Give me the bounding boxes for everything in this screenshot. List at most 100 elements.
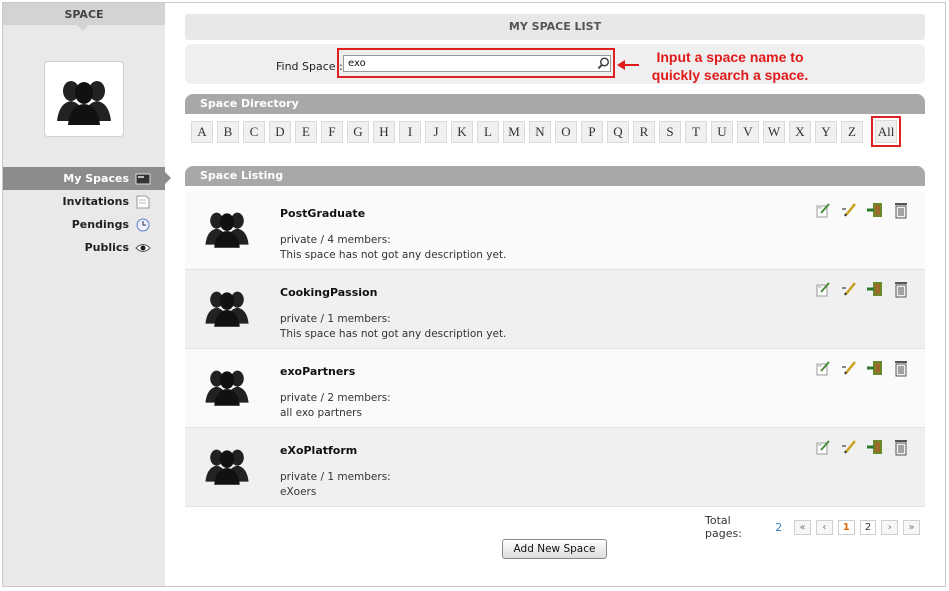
sidebar-item-invitations[interactable]: Invitations	[3, 190, 165, 213]
total-pages-value: 2	[775, 520, 783, 534]
edit-members-icon[interactable]	[814, 280, 832, 298]
search-highlight-box	[337, 48, 615, 78]
sidebar: SPACE My Spaces Invitations Pendings Pub…	[3, 3, 171, 586]
edit-space-icon[interactable]	[840, 280, 858, 298]
space-description: This space has not got any description y…	[280, 328, 507, 340]
main-panel: MY SPACE LIST Find Space : Input a space…	[185, 14, 925, 559]
edit-space-icon[interactable]	[840, 201, 858, 219]
trash-icon[interactable]	[892, 280, 910, 298]
space-meta: private / 4 members:	[280, 234, 391, 246]
filter-letter-x[interactable]: X	[789, 121, 811, 143]
sidebar-title: SPACE	[3, 3, 165, 31]
space-listing-header: Space Listing	[185, 166, 925, 186]
filter-letter-i[interactable]: I	[399, 121, 421, 143]
filter-letter-j[interactable]: J	[425, 121, 447, 143]
space-name[interactable]: CookingPassion	[280, 286, 377, 299]
filter-letter-y[interactable]: Y	[815, 121, 837, 143]
filter-letter-t[interactable]: T	[685, 121, 707, 143]
filter-letter-q[interactable]: Q	[607, 121, 629, 143]
next-page-icon[interactable]: ›	[881, 519, 899, 535]
find-space-label: Find Space :	[276, 60, 343, 73]
edit-space-icon[interactable]	[840, 359, 858, 377]
filter-all-button[interactable]: All	[875, 120, 897, 143]
sidebar-item-pendings[interactable]: Pendings	[3, 213, 165, 236]
space-name[interactable]: PostGraduate	[280, 207, 365, 220]
filter-letter-s[interactable]: S	[659, 121, 681, 143]
space-avatar-icon	[203, 203, 251, 251]
filter-letter-r[interactable]: R	[633, 121, 655, 143]
add-new-space-button[interactable]: Add New Space	[502, 539, 607, 559]
filter-letter-z[interactable]: Z	[841, 121, 863, 143]
group-avatar-icon	[57, 81, 111, 125]
sidebar-item-label: Invitations	[62, 195, 129, 208]
space-avatar	[44, 61, 124, 137]
leave-space-icon[interactable]	[866, 359, 884, 377]
row-actions	[814, 359, 910, 377]
filter-letter-n[interactable]: N	[529, 121, 551, 143]
filter-letter-l[interactable]: L	[477, 121, 499, 143]
monitor-icon	[135, 172, 151, 186]
trash-icon[interactable]	[892, 438, 910, 456]
search-input[interactable]	[343, 55, 611, 72]
row-actions	[814, 280, 910, 298]
filter-letter-w[interactable]: W	[763, 121, 785, 143]
page-1-button[interactable]: 1	[837, 519, 855, 535]
space-description: eXoers	[280, 486, 317, 498]
filter-letter-v[interactable]: V	[737, 121, 759, 143]
trash-icon[interactable]	[892, 201, 910, 219]
last-page-icon[interactable]: »	[903, 519, 920, 535]
leave-space-icon[interactable]	[866, 438, 884, 456]
edit-members-icon[interactable]	[814, 438, 832, 456]
search-callout: Input a space name to quickly search a s…	[651, 49, 809, 83]
space-description: all exo partners	[280, 407, 362, 419]
page-2-button[interactable]: 2	[859, 519, 877, 535]
filter-letter-k[interactable]: K	[451, 121, 473, 143]
space-avatar-icon	[203, 440, 251, 488]
filter-letter-o[interactable]: O	[555, 121, 577, 143]
leave-space-icon[interactable]	[866, 201, 884, 219]
sidebar-item-label: Pendings	[71, 218, 129, 231]
filter-letter-e[interactable]: E	[295, 121, 317, 143]
space-meta: private / 2 members:	[280, 392, 391, 404]
space-directory-header: Space Directory	[185, 94, 925, 114]
filter-letter-p[interactable]: P	[581, 121, 603, 143]
alphabet-filter: ABCDEFGHIJKLMNOPQRSTUVWXYZ	[191, 121, 867, 143]
filter-letter-f[interactable]: F	[321, 121, 343, 143]
filter-letter-g[interactable]: G	[347, 121, 369, 143]
sidebar-nav: My Spaces Invitations Pendings Publics	[3, 167, 171, 259]
filter-letter-h[interactable]: H	[373, 121, 395, 143]
edit-members-icon[interactable]	[814, 359, 832, 377]
eye-icon	[135, 241, 151, 255]
sidebar-item-publics[interactable]: Publics	[3, 236, 165, 259]
space-meta: private / 1 members:	[280, 313, 391, 325]
clock-icon	[135, 218, 151, 232]
list-item: PostGraduate private / 4 members: This s…	[185, 191, 925, 270]
callout-arrow-icon	[617, 60, 639, 73]
filter-letter-d[interactable]: D	[269, 121, 291, 143]
first-page-icon[interactable]: «	[794, 519, 812, 535]
edit-members-icon[interactable]	[814, 201, 832, 219]
space-name[interactable]: exoPartners	[280, 365, 355, 378]
leave-space-icon[interactable]	[866, 280, 884, 298]
filter-letter-c[interactable]: C	[243, 121, 265, 143]
space-list: PostGraduate private / 4 members: This s…	[185, 191, 925, 507]
trash-icon[interactable]	[892, 359, 910, 377]
filter-letter-m[interactable]: M	[503, 121, 525, 143]
filter-letter-a[interactable]: A	[191, 121, 213, 143]
filter-letter-b[interactable]: B	[217, 121, 239, 143]
space-description: This space has not got any description y…	[280, 249, 507, 261]
search-icon[interactable]	[597, 57, 610, 73]
total-pages-label: Total pages:	[705, 514, 742, 540]
list-item: exoPartners private / 2 members: all exo…	[185, 349, 925, 428]
space-avatar-icon	[203, 361, 251, 409]
edit-space-icon[interactable]	[840, 438, 858, 456]
sidebar-item-my-spaces[interactable]: My Spaces	[3, 167, 171, 190]
space-avatar-icon	[203, 282, 251, 330]
row-actions	[814, 438, 910, 456]
prev-page-icon[interactable]: ‹	[816, 519, 833, 535]
filter-letter-u[interactable]: U	[711, 121, 733, 143]
page-title: MY SPACE LIST	[185, 14, 925, 40]
space-meta: private / 1 members:	[280, 471, 391, 483]
space-name[interactable]: eXoPlatform	[280, 444, 357, 457]
list-item: eXoPlatform private / 1 members: eXoers	[185, 428, 925, 507]
